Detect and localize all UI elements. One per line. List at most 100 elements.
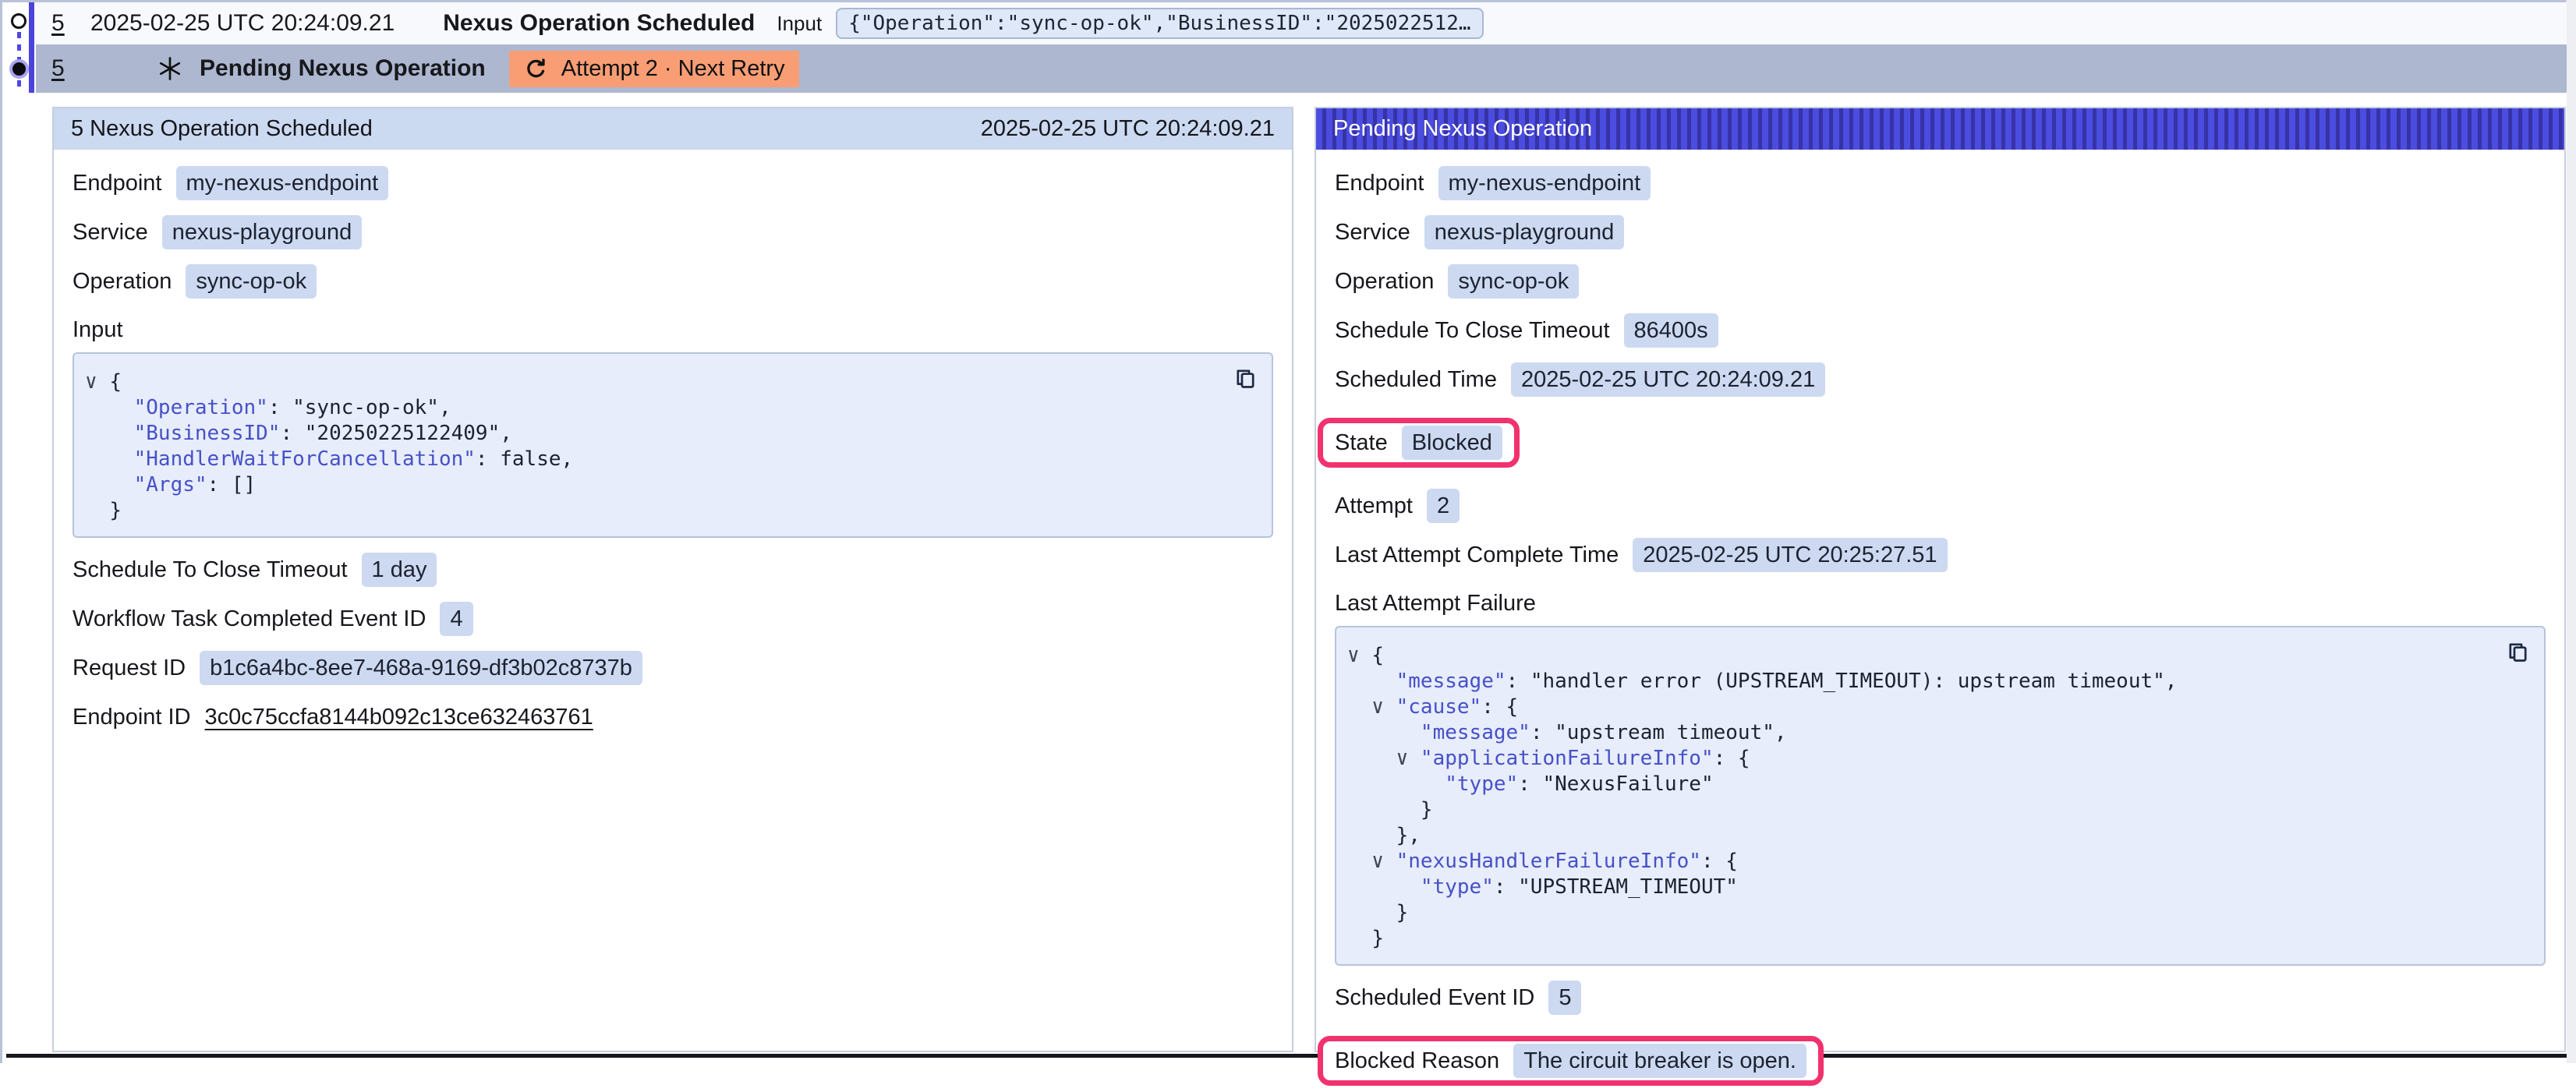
json-collapse-chevron[interactable] (85, 396, 134, 419)
json-line[interactable]: } (85, 498, 1222, 524)
json-collapse-chevron[interactable]: ∨ (85, 370, 109, 394)
json-collapse-chevron[interactable] (85, 473, 134, 497)
json-line[interactable]: "HandlerWaitForCancellation": false, (85, 447, 1222, 472)
json-value: }, (1396, 824, 1421, 847)
field-value-badge: 1 day (362, 553, 437, 587)
field-request-id: Request ID b1c6a4bc-8ee7-468a-9169-df3b0… (73, 651, 1273, 685)
json-key: "message" (1396, 670, 1506, 693)
json-collapse-chevron[interactable] (85, 422, 134, 445)
json-value: : "handler error (UPSTREAM_TIMEOUT): ups… (1506, 670, 2178, 693)
json-value: : "20250225122409", (280, 422, 511, 445)
json-collapse-chevron[interactable] (1347, 670, 1396, 693)
field-label: Last Attempt Complete Time (1335, 542, 1619, 568)
field-label: State (1335, 430, 1388, 456)
field-schedule-to-close-timeout: Schedule To Close Timeout 1 day (73, 553, 1273, 587)
scheduled-event-panel: 5 Nexus Operation Scheduled 2025-02-25 U… (52, 107, 1293, 1052)
json-value: : { (1481, 695, 1518, 719)
json-value: } (1371, 927, 1384, 950)
copy-icon[interactable] (2506, 640, 2530, 666)
field-value-badge: nexus-playground (162, 215, 363, 249)
field-operation: Operation sync-op-ok (1335, 264, 2546, 299)
json-line[interactable]: "type": "UPSTREAM_TIMEOUT" (1347, 875, 2494, 900)
field-value-badge: 5 (1548, 981, 1581, 1015)
field-label: Attempt (1335, 493, 1413, 519)
event-id-link[interactable]: 5 (51, 55, 81, 82)
json-line[interactable]: ∨ "applicationFailureInfo": { (1347, 746, 2494, 772)
json-collapse-chevron[interactable] (1347, 927, 1371, 950)
scheduled-event-panel-header: 5 Nexus Operation Scheduled 2025-02-25 U… (54, 108, 1292, 150)
event-input-preview-chip[interactable]: {"Operation":"sync-op-ok","BusinessID":"… (836, 8, 1483, 39)
json-line[interactable]: ∨ "cause": { (1347, 694, 2494, 720)
retry-badge-label: Attempt 2 · Next Retry (561, 56, 785, 82)
json-collapse-chevron[interactable] (85, 447, 134, 471)
retry-status-badge: Attempt 2 · Next Retry (509, 51, 799, 87)
pending-operation-panel: Pending Nexus Operation Endpoint my-nexu… (1315, 107, 2566, 1052)
json-line[interactable]: "message": "upstream timeout", (1347, 720, 2494, 746)
json-key: "BusinessID" (134, 422, 281, 445)
json-collapse-chevron[interactable] (1347, 875, 1421, 899)
event-row-pending-nexus-operation[interactable]: 5 Pending Nexus Operation Attempt 2 · Ne… (36, 44, 2567, 93)
json-line[interactable]: "Operation": "sync-op-ok", (85, 395, 1222, 421)
vertical-scrollbar[interactable] (2566, 0, 2576, 1063)
json-line[interactable]: "Args": [] (85, 472, 1222, 498)
json-collapse-chevron[interactable]: ∨ (1347, 644, 1371, 667)
field-scheduled-time: Scheduled Time 2025-02-25 UTC 20:24:09.2… (1335, 362, 2546, 397)
json-value: : { (1701, 850, 1738, 873)
field-service: Service nexus-playground (73, 215, 1273, 249)
field-workflow-task-completed-event-id: Workflow Task Completed Event ID 4 (73, 602, 1273, 636)
field-value-badge: my-nexus-endpoint (1438, 166, 1651, 200)
event-row-nexus-operation-scheduled[interactable]: 5 2025-02-25 UTC 20:24:09.21 Nexus Opera… (36, 2, 2567, 44)
json-collapse-chevron[interactable]: ∨ (1347, 850, 1396, 873)
json-line[interactable]: "message": "handler error (UPSTREAM_TIME… (1347, 669, 2494, 694)
json-value: } (1396, 901, 1409, 924)
json-value: { (1371, 644, 1384, 667)
field-label: Scheduled Time (1335, 367, 1497, 393)
json-line[interactable]: } (1347, 900, 2494, 926)
timeline-filled-circle-icon (12, 62, 26, 76)
field-label: Operation (1335, 269, 1434, 295)
json-value: : "UPSTREAM_TIMEOUT" (1494, 875, 1738, 899)
json-value: : { (1714, 747, 1750, 770)
input-json-viewer: ∨ { "Operation": "sync-op-ok", "Business… (73, 352, 1273, 538)
json-collapse-chevron[interactable] (1347, 824, 1396, 847)
json-line[interactable]: } (1347, 797, 2494, 823)
json-collapse-chevron[interactable] (85, 499, 109, 522)
field-state: State Blocked (1335, 426, 1502, 460)
json-collapse-chevron[interactable]: ∨ (1347, 747, 1421, 770)
field-label: Operation (73, 269, 172, 295)
json-value: : [] (207, 473, 257, 497)
field-schedule-to-close-timeout: Schedule To Close Timeout 86400s (1335, 313, 2546, 348)
field-service: Service nexus-playground (1335, 215, 2546, 249)
endpoint-id-link[interactable]: 3c0c75ccfa8144b092c13ce632463761 (205, 701, 593, 733)
json-line[interactable]: }, (1347, 823, 2494, 849)
field-endpoint-id: Endpoint ID 3c0c75ccfa8144b092c13ce63246… (73, 700, 1273, 734)
json-collapse-chevron[interactable] (1347, 721, 1421, 744)
input-json-label: Input (73, 317, 1273, 343)
json-line[interactable]: ∨ "nexusHandlerFailureInfo": { (1347, 849, 2494, 875)
field-endpoint: Endpoint my-nexus-endpoint (1335, 166, 2546, 200)
json-line[interactable]: "BusinessID": "20250225122409", (85, 421, 1222, 447)
field-last-attempt-complete-time: Last Attempt Complete Time 2025-02-25 UT… (1335, 538, 2546, 572)
field-label: Service (73, 220, 148, 246)
copy-icon[interactable] (1233, 366, 1258, 393)
json-key: "message" (1421, 721, 1530, 744)
json-key: "cause" (1396, 695, 1482, 719)
event-id-link[interactable]: 5 (51, 10, 81, 37)
json-line[interactable]: ∨ { (85, 369, 1222, 395)
json-collapse-chevron[interactable] (1347, 901, 1396, 924)
json-lines: ∨ { "message": "handler error (UPSTREAM_… (1347, 643, 2494, 952)
json-collapse-chevron[interactable]: ∨ (1347, 695, 1396, 719)
pending-operation-panel-header: Pending Nexus Operation (1316, 108, 2564, 150)
pending-operation-panel-body: Endpoint my-nexus-endpoint Service nexus… (1316, 150, 2564, 1092)
timeline-gutter (2, 2, 36, 93)
json-line[interactable]: } (1347, 926, 2494, 952)
scheduled-event-panel-body: Endpoint my-nexus-endpoint Service nexus… (54, 150, 1292, 734)
timeline-dashed-connector (17, 32, 21, 62)
json-collapse-chevron[interactable] (1347, 772, 1445, 796)
json-line[interactable]: "type": "NexusFailure" (1347, 772, 2494, 797)
field-value-badge: my-nexus-endpoint (176, 166, 389, 200)
json-collapse-chevron[interactable] (1347, 798, 1421, 822)
field-value-badge: sync-op-ok (1448, 264, 1579, 299)
json-line[interactable]: ∨ { (1347, 643, 2494, 669)
field-attempt: Attempt 2 (1335, 489, 2546, 523)
